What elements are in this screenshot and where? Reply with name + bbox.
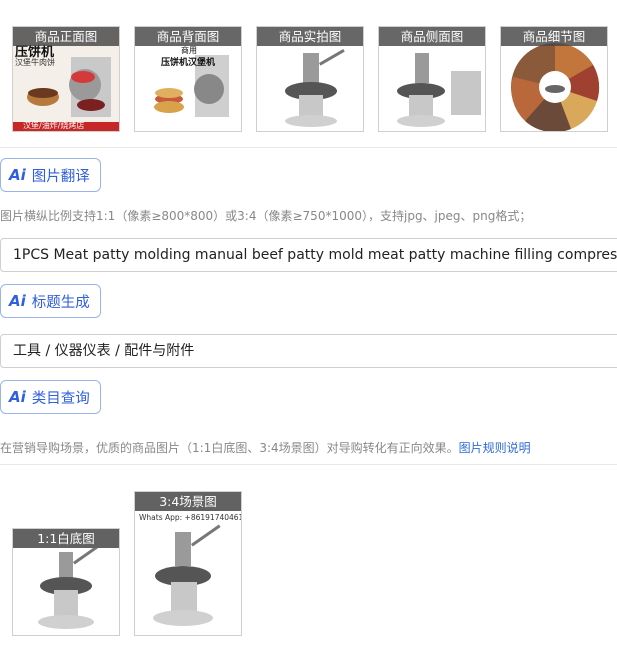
title-field[interactable]: 1PCS Meat patty molding manual beef patt… (0, 238, 617, 272)
thumb-front[interactable]: 压饼机 汉堡牛肉饼 汉堡/油炸/烧烤店 商品正面图 (12, 26, 120, 132)
divider (0, 147, 617, 148)
white-bg-product-image (38, 548, 100, 629)
product-image-row: 压饼机 汉堡牛肉饼 汉堡/油炸/烧烤店 商品正面图 商用 压饼机汉堡机 商品背面… (12, 26, 608, 132)
front-image-subtitle: 汉堡牛肉饼 (15, 58, 55, 67)
category-query-label: 类目查询 (31, 390, 90, 407)
front-image-banner: 汉堡/油炸/烧烤店 (23, 121, 85, 130)
divider (0, 464, 617, 465)
scene-hint-text: 在营销导购场景，优质的商品图片（1:1白底图、3:4场景图）对导购转化有正向效果… (0, 441, 459, 455)
thumb-detail-label: 商品细节图 (501, 27, 607, 46)
scene-image[interactable]: 3:4场景图 Whats App: +8619174046172 (134, 491, 242, 636)
scene-hint: 在营销导购场景，优质的商品图片（1:1白底图、3:4场景图）对导购转化有正向效果… (0, 439, 531, 456)
thumb-back-label: 商品背面图 (135, 27, 241, 46)
thumb-back[interactable]: 商用 压饼机汉堡机 商品背面图 (134, 26, 242, 132)
ai-icon: Ai (9, 292, 26, 310)
category-field[interactable]: 工具 / 仪器仪表 / 配件与附件 (0, 334, 617, 368)
thumb-real-label: 商品实拍图 (257, 27, 363, 46)
title-generate-button[interactable]: Ai 标题生成 (0, 284, 101, 318)
whatsapp-watermark: Whats App: +8619174046172 (139, 513, 242, 522)
thumb-side[interactable]: 商品侧面图 (378, 26, 486, 132)
thumb-detail[interactable]: 商品细节图 (500, 26, 608, 132)
title-generate-label: 标题生成 (31, 294, 90, 311)
image-rules-link[interactable]: 图片规则说明 (459, 441, 531, 455)
category-query-button[interactable]: Ai 类目查询 (0, 380, 101, 414)
thumb-side-label: 商品侧面图 (379, 27, 485, 46)
white-bg-image[interactable]: 1:1白底图 (12, 528, 120, 636)
image-ratio-hint: 图片横纵比例支持1:1（像素≥800*800）或3:4（像素≥750*1000）… (0, 209, 532, 223)
image-translate-button[interactable]: Ai 图片翻译 (0, 158, 101, 192)
ai-icon: Ai (9, 166, 26, 184)
thumb-real[interactable]: 商品实拍图 (256, 26, 364, 132)
thumb-front-label: 商品正面图 (13, 27, 119, 46)
white-bg-label: 1:1白底图 (13, 529, 119, 548)
back-image-title: 压饼机汉堡机 (161, 58, 216, 68)
scene-product-image (153, 524, 221, 626)
scene-label: 3:4场景图 (135, 492, 241, 511)
ai-icon: Ai (9, 388, 26, 406)
image-translate-label: 图片翻译 (31, 168, 90, 185)
